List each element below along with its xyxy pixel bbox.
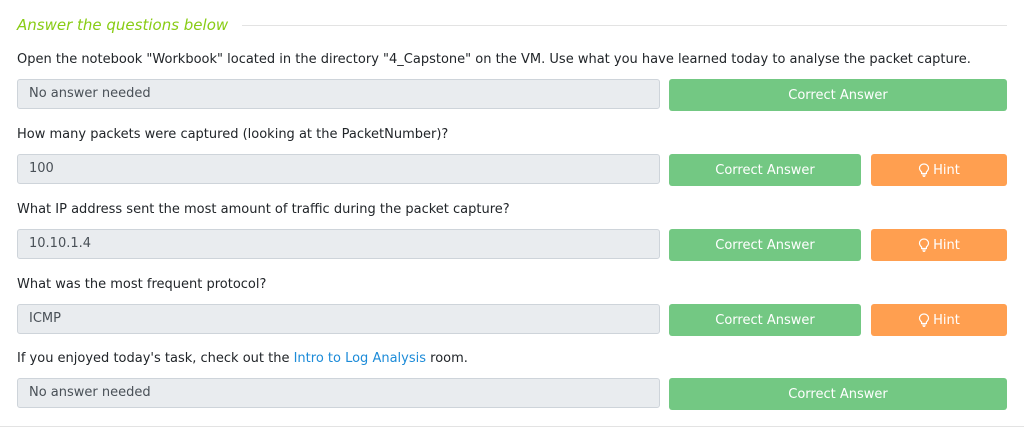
question-1-correct-answer-button[interactable]: Correct Answer (669, 79, 1007, 111)
question-5-correct-answer-button[interactable]: Correct Answer (669, 378, 1007, 410)
question-5-text-after: room. (426, 351, 468, 366)
question-3-hint-label: Hint (933, 237, 960, 253)
question-5-text-before: If you enjoyed today's task, check out t… (17, 351, 294, 366)
intro-to-log-analysis-link[interactable]: Intro to Log Analysis (294, 351, 426, 366)
question-4-answer-field[interactable]: ICMP (17, 304, 660, 334)
lightbulb-icon (919, 313, 930, 327)
section-header: Answer the questions below (17, 14, 1007, 36)
question-3-hint-button[interactable]: Hint (871, 229, 1007, 261)
question-2-hint-button[interactable]: Hint (871, 154, 1007, 186)
question-5-answer-field[interactable]: No answer needed (17, 378, 660, 408)
question-4-text: What was the most frequent protocol? (17, 277, 267, 292)
question-5-text: If you enjoyed today's task, check out t… (17, 351, 1007, 366)
header-divider (242, 24, 1007, 26)
question-1-text: Open the notebook "Workbook" located in … (17, 52, 971, 67)
bottom-divider (0, 426, 1024, 427)
question-3-answer-field[interactable]: 10.10.1.4 (17, 229, 660, 259)
section-title: Answer the questions below (17, 16, 229, 34)
question-3-correct-answer-button[interactable]: Correct Answer (669, 229, 861, 261)
question-1-answer-field[interactable]: No answer needed (17, 79, 660, 109)
lightbulb-icon (919, 238, 930, 252)
question-3-text: What IP address sent the most amount of … (17, 202, 510, 217)
question-4-correct-answer-button[interactable]: Correct Answer (669, 304, 861, 336)
question-2-text: How many packets were captured (looking … (17, 127, 449, 142)
question-4-hint-button[interactable]: Hint (871, 304, 1007, 336)
question-2-correct-answer-button[interactable]: Correct Answer (669, 154, 861, 186)
question-2-hint-label: Hint (933, 162, 960, 178)
question-4-hint-label: Hint (933, 312, 960, 328)
question-2-answer-field[interactable]: 100 (17, 154, 660, 184)
lightbulb-icon (919, 163, 930, 177)
